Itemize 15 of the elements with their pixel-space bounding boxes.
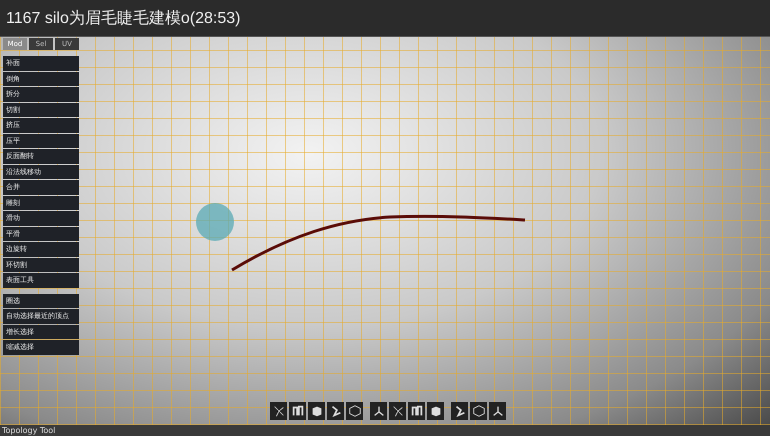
tool-icon[interactable] [470,402,487,420]
tool-icon[interactable] [327,402,344,420]
cursor-circle [196,203,234,241]
tool-icon[interactable] [346,402,363,420]
tool-icon[interactable] [270,402,287,420]
window-title: 1167 silo为眉毛睫毛建模o(28:53) [6,8,240,28]
tool-icon[interactable] [389,402,406,420]
tool-icon[interactable] [370,402,387,420]
tool-icon[interactable] [308,402,325,420]
tool-icon[interactable] [451,402,468,420]
tool-icon[interactable] [408,402,425,420]
tool-icon[interactable] [489,402,506,420]
status-text: Topology Tool [2,426,56,435]
tool-icon[interactable] [289,402,306,420]
tool-icon[interactable] [427,402,444,420]
